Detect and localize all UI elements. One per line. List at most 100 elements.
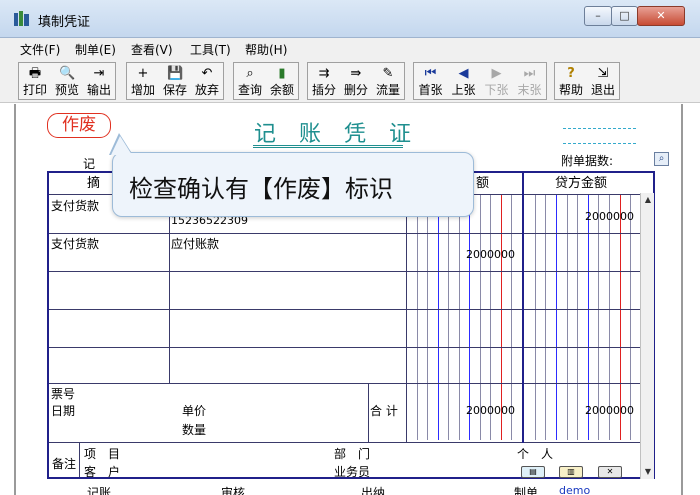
search-attachment-icon[interactable]: ⌕ <box>654 152 669 166</box>
scroll-up-icon[interactable]: ▲ <box>641 193 655 207</box>
maximize-button[interactable]: □ <box>611 6 638 26</box>
exit-button[interactable]: ⇲ 退出 <box>587 63 619 99</box>
discard-button[interactable]: ↶ 放弃 <box>191 63 223 99</box>
toolbar: 🖶 打印 🔍 预览 ⇥ 输出 + 增加 💾 保存 ↶ 放弃 ⌕ 查询 ▮ 余额 … <box>0 59 700 103</box>
minimize-button[interactable]: – <box>584 6 612 26</box>
save-label: 保存 <box>162 83 187 97</box>
add-icon: + <box>137 66 149 81</box>
export-button[interactable]: ⇥ 输出 <box>83 63 115 99</box>
prev-button[interactable]: ◀ 上张 <box>447 63 480 99</box>
menu-help[interactable]: 帮助(H) <box>245 41 287 58</box>
exit-label: 退出 <box>590 83 615 97</box>
date-label: 日期 <box>51 404 76 418</box>
first-icon: ⏮ <box>424 66 437 81</box>
bookkeeper-label: 记账 <box>87 486 112 495</box>
voucher-title: 记 账 凭 证 <box>254 122 419 147</box>
person-label[interactable]: 个 人 <box>517 447 553 461</box>
last-label: 末张 <box>517 83 542 97</box>
total-label: 合 计 <box>370 404 398 418</box>
total-credit: 2000000 <box>585 404 634 417</box>
grid-scrollbar[interactable]: ▲ ▼ <box>640 193 654 479</box>
row2-summary[interactable]: 支付货款 <box>51 237 99 251</box>
flow-icon: ✎ <box>382 66 394 81</box>
insert-line-label: 插分 <box>311 83 336 97</box>
save-button[interactable]: 💾 保存 <box>159 63 191 99</box>
totals-divider <box>49 442 643 443</box>
salesperson-label[interactable]: 业务员 <box>334 465 370 477</box>
title-underline <box>253 145 403 148</box>
voucher-number-line[interactable] <box>563 143 636 144</box>
auditor-label: 审核 <box>221 486 246 495</box>
quantity-label: 数量 <box>182 423 207 437</box>
menu-voucher[interactable]: 制单(E) <box>75 41 116 58</box>
insert-line-icon: ⇉ <box>318 66 330 81</box>
print-button[interactable]: 🖶 打印 <box>19 63 51 99</box>
delete-line-icon: ⇛ <box>350 66 362 81</box>
department-label[interactable]: 部 门 <box>334 447 370 461</box>
last-icon: ⏭ <box>523 66 536 81</box>
export-label: 输出 <box>86 83 111 97</box>
save-icon: 💾 <box>167 66 184 81</box>
last-button[interactable]: ⏭ 末张 <box>513 63 546 99</box>
remarks-label: 备注 <box>52 457 77 471</box>
total-debit: 2000000 <box>466 404 515 417</box>
tooltip-pointer-fill <box>111 136 132 155</box>
toolbar-group-output: 🖶 打印 🔍 预览 ⇥ 输出 <box>18 62 116 100</box>
toolbar-group-edit: + 增加 💾 保存 ↶ 放弃 <box>126 62 224 100</box>
undo-icon: ↶ <box>201 66 213 81</box>
add-label: 增加 <box>130 83 155 97</box>
prev-label: 上张 <box>451 83 476 97</box>
help-button[interactable]: ? 帮助 <box>555 63 587 99</box>
tools-icon[interactable]: ✕ <box>598 466 622 478</box>
summary-column-header: 摘 <box>87 176 101 191</box>
query-button[interactable]: ⌕ 查询 <box>234 63 266 99</box>
row-divider <box>49 233 643 234</box>
project-label[interactable]: 项 目 <box>84 447 120 461</box>
summary-account-divider <box>169 195 170 384</box>
tooltip-text: 检查确认有【作废】标识 <box>129 175 393 203</box>
row2-debit[interactable]: 2000000 <box>466 248 515 262</box>
next-button[interactable]: ▶ 下张 <box>480 63 513 99</box>
add-button[interactable]: + 增加 <box>127 63 159 99</box>
preview-icon: 🔍 <box>59 66 76 81</box>
voucher-type-label[interactable]: 记 <box>83 155 95 172</box>
row2-account[interactable]: 应付账款 <box>171 237 219 251</box>
date-field-line[interactable] <box>563 128 636 129</box>
customer-label[interactable]: 客 户 <box>84 465 120 477</box>
insert-line-button[interactable]: ⇉ 插分 <box>308 63 340 99</box>
debit-column-header: 额 <box>476 176 490 191</box>
maker-value: demo <box>559 484 591 495</box>
account-debit-divider <box>406 195 407 443</box>
row-divider <box>49 271 643 272</box>
menu-view[interactable]: 查看(V) <box>131 41 173 58</box>
exit-icon: ⇲ <box>597 66 609 81</box>
toolbar-group-misc: ? 帮助 ⇲ 退出 <box>554 62 620 100</box>
balance-label: 余额 <box>269 83 294 97</box>
scroll-down-icon[interactable]: ▼ <box>641 465 655 479</box>
balance-button[interactable]: ▮ 余额 <box>266 63 298 99</box>
remarks-divider <box>79 443 80 477</box>
row1-summary[interactable]: 支付货款 <box>51 199 99 213</box>
debit-credit-divider <box>522 173 524 443</box>
close-button[interactable]: ✕ <box>637 6 685 26</box>
export-icon: ⇥ <box>93 66 105 81</box>
flow-label: 流量 <box>375 83 400 97</box>
flow-button[interactable]: ✎ 流量 <box>372 63 404 99</box>
menu-tools[interactable]: 工具(T) <box>190 41 231 58</box>
toolbar-group-lines: ⇉ 插分 ⇛ 删分 ✎ 流量 <box>307 62 405 100</box>
voucher-frame-left <box>14 104 16 495</box>
first-button[interactable]: ⏮ 首张 <box>414 63 447 99</box>
row1-credit[interactable]: 2000000 <box>585 210 634 224</box>
amount-ruling <box>417 195 631 440</box>
balance-chart-icon: ▮ <box>278 66 286 81</box>
card-icon[interactable]: ▤ <box>521 466 545 478</box>
toolbar-group-query: ⌕ 查询 ▮ 余额 <box>233 62 299 100</box>
delete-line-button[interactable]: ⇛ 删分 <box>340 63 372 99</box>
maker-label: 制单 <box>514 486 539 495</box>
folder-icon[interactable]: ▥ <box>559 466 583 478</box>
next-icon: ▶ <box>491 66 502 81</box>
menu-file[interactable]: 文件(F) <box>20 41 60 58</box>
row-divider <box>49 383 643 384</box>
bill-no-label: 票号 <box>51 387 76 401</box>
preview-button[interactable]: 🔍 预览 <box>51 63 83 99</box>
